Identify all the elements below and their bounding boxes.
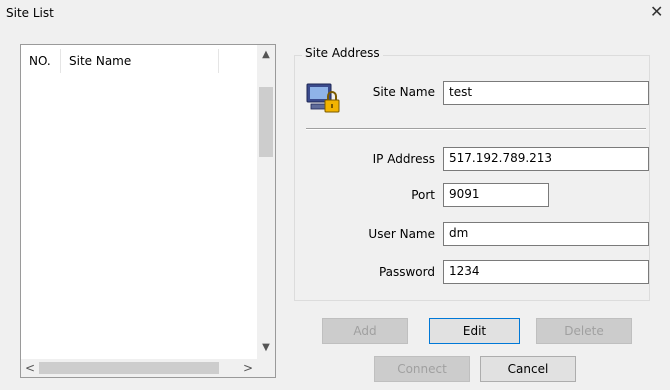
edit-button[interactable]: Edit	[429, 318, 520, 344]
list-header: NO. Site Name	[21, 45, 257, 77]
horizontal-scroll-thumb[interactable]	[39, 362, 219, 374]
password-field[interactable]: 1234	[443, 260, 649, 284]
column-header-no[interactable]: NO.	[29, 54, 51, 68]
column-divider[interactable]	[60, 49, 61, 73]
scroll-right-icon[interactable]: >	[243, 361, 253, 375]
scroll-left-icon[interactable]: <	[25, 361, 35, 375]
scroll-down-icon[interactable]: ▼	[257, 342, 275, 353]
site-name-field[interactable]: test	[443, 81, 649, 105]
port-label: Port	[411, 188, 435, 202]
horizontal-scrollbar[interactable]: < >	[21, 359, 257, 377]
window-title: Site List	[6, 6, 54, 20]
ip-address-field[interactable]: 517.192.789.213	[443, 147, 649, 171]
delete-button[interactable]: Delete	[536, 318, 632, 344]
user-name-label: User Name	[368, 227, 435, 241]
vertical-scrollbar[interactable]: ▲ ▼	[257, 45, 275, 359]
scrollbar-corner	[257, 359, 275, 377]
user-name-field[interactable]: dm	[443, 222, 649, 246]
cancel-button[interactable]: Cancel	[480, 356, 576, 382]
ip-address-label: IP Address	[372, 152, 435, 166]
column-header-site-name[interactable]: Site Name	[69, 54, 131, 68]
scroll-up-icon[interactable]: ▲	[257, 49, 275, 60]
vertical-scroll-thumb[interactable]	[259, 87, 273, 157]
divider	[306, 128, 646, 130]
group-title: Site Address	[302, 46, 383, 60]
site-name-label: Site Name	[372, 85, 435, 99]
site-list[interactable]: NO. Site Name ▲ ▼ < >	[20, 44, 276, 378]
column-divider[interactable]	[218, 49, 219, 73]
add-button[interactable]: Add	[322, 318, 408, 344]
password-label: Password	[378, 265, 435, 279]
close-icon[interactable]: ✕	[650, 2, 663, 21]
connect-button[interactable]: Connect	[374, 356, 470, 382]
port-field[interactable]: 9091	[443, 183, 549, 207]
